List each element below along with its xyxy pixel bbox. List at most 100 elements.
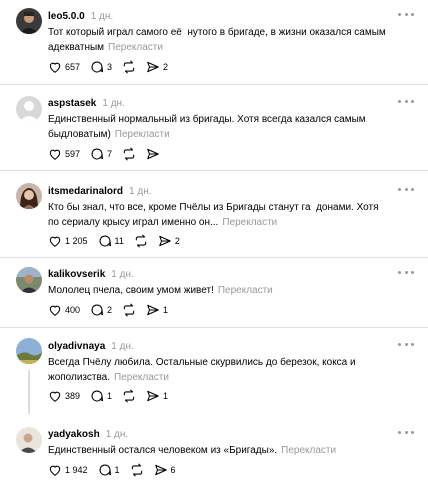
send-icon — [159, 235, 171, 247]
repost-icon — [135, 234, 147, 248]
username[interactable]: itsmedarinalord — [48, 186, 123, 197]
comment-body: Всегда Пчёлу любила. Остальные скурвилис… — [48, 357, 356, 383]
comment-header: aspstasek 1 дн. — [48, 94, 412, 110]
comment-header: olyadivnaya 1 дн. — [48, 337, 412, 353]
comment-2: aspstasek 1 дн. Единственный нормальный и… — [0, 85, 428, 167]
timestamp: 1 дн. — [90, 11, 114, 22]
heart-icon — [49, 391, 61, 402]
repost-icon — [123, 303, 135, 317]
comment-header: yadyakosh 1 дн. — [48, 425, 412, 441]
reply-count: 11 — [114, 236, 124, 246]
more-options-button[interactable] — [398, 184, 414, 194]
reply-button[interactable]: 7 — [90, 146, 112, 162]
repost-button[interactable] — [122, 388, 136, 404]
share-button[interactable]: 6 — [154, 462, 176, 478]
translate-link[interactable]: Перекласти — [218, 285, 273, 296]
comment-header: itsmedarinalord 1 дн. — [48, 182, 412, 198]
like-button[interactable]: 400 — [48, 302, 80, 318]
share-count: 1 — [163, 391, 169, 401]
comment-body: Мололец пчела, своим умом живет! — [48, 285, 214, 296]
heart-icon — [49, 305, 61, 316]
repost-button[interactable] — [122, 146, 136, 162]
repost-button[interactable] — [130, 462, 144, 478]
reply-button[interactable]: 1 — [90, 388, 112, 404]
repost-icon — [131, 463, 142, 477]
send-icon — [154, 464, 167, 476]
reply-button[interactable]: 1 — [98, 462, 120, 478]
like-count: 657 — [65, 62, 81, 72]
share-button[interactable]: 1 — [146, 388, 168, 404]
username[interactable]: olyadivnaya — [48, 341, 105, 352]
more-options-button[interactable] — [398, 267, 414, 277]
reply-count: 2 — [107, 305, 113, 315]
heart-icon — [49, 465, 61, 476]
avatar[interactable] — [16, 267, 42, 293]
avatar[interactable] — [16, 427, 42, 453]
more-options-button[interactable] — [398, 339, 414, 349]
username[interactable]: kalikovserik — [48, 269, 105, 280]
comment-text: Единственный нормальный из бригады. Хотя… — [48, 112, 388, 142]
send-icon — [147, 148, 159, 160]
translate-link[interactable]: Перекласти — [115, 129, 170, 140]
actions-bar: 1 942 1 6 — [48, 462, 186, 478]
share-count: 2 — [163, 62, 169, 72]
comment-bubble-icon — [91, 148, 104, 160]
like-button[interactable]: 597 — [48, 146, 80, 162]
repost-icon — [123, 389, 135, 403]
translate-link[interactable]: Перекласти — [281, 445, 336, 456]
avatar[interactable] — [16, 183, 42, 209]
like-button[interactable]: 657 — [48, 59, 80, 75]
share-button[interactable]: 2 — [146, 59, 168, 75]
comment-bubble-icon — [99, 235, 111, 247]
reply-button[interactable]: 11 — [98, 233, 124, 249]
more-options-button[interactable] — [398, 96, 414, 106]
repost-button[interactable] — [122, 302, 136, 318]
avatar[interactable] — [16, 96, 42, 122]
reply-button[interactable]: 3 — [90, 59, 112, 75]
reply-button[interactable]: 2 — [90, 302, 112, 318]
share-button[interactable] — [146, 146, 160, 162]
comment-body: Тот который играл самого её ﻿ ﻿нутого в … — [48, 27, 386, 53]
actions-bar: 657 3 2 — [48, 59, 178, 75]
comment-text: Мололец пчела, своим умом живет! Переклас… — [48, 283, 388, 298]
timestamp: 1 дн. — [129, 186, 152, 197]
translate-link[interactable]: Перекласти — [114, 372, 169, 383]
more-options-button[interactable] — [398, 427, 414, 437]
timestamp: 1 дн. — [111, 269, 134, 280]
actions-bar: 597 7 — [48, 146, 170, 162]
actions-bar: 1 205 11 2 — [48, 233, 190, 249]
like-count: 389 — [65, 391, 81, 401]
username[interactable]: leo5.0.0 — [48, 11, 85, 22]
comment-bubble-icon — [99, 464, 111, 476]
reply-count: 1 — [107, 391, 113, 401]
comment-text: Кто бы знал, что все, кроме Пчёлы из Бри… — [48, 200, 388, 230]
thread-line — [28, 370, 30, 414]
actions-bar: 400 2 1 — [48, 302, 178, 318]
like-count: 1 205 — [65, 236, 88, 246]
reply-count: 3 — [107, 62, 113, 72]
comment-text: Всегда Пчёлу любила. Остальные скурвилис… — [48, 355, 388, 385]
avatar[interactable] — [16, 338, 42, 364]
reply-count: 7 — [107, 149, 113, 159]
comment-6: yadyakosh 1 дн. Единственный остался чело… — [0, 418, 428, 491]
timestamp: 1 дн. — [111, 341, 134, 352]
like-button[interactable]: 389 — [48, 388, 80, 404]
username[interactable]: aspstasek — [48, 98, 96, 109]
username[interactable]: yadyakosh — [48, 429, 100, 440]
translate-link[interactable]: Перекласти — [108, 42, 163, 53]
comment-5: olyadivnaya 1 дн. Всегда Пчёлу любила. Ос… — [0, 328, 428, 416]
comment-bubble-icon — [91, 304, 104, 316]
repost-button[interactable] — [122, 59, 136, 75]
comment-3: itsmedarinalord 1 дн. Кто бы знал, что вс… — [0, 171, 428, 255]
like-button[interactable]: 1 942 — [48, 462, 88, 478]
send-icon — [147, 304, 159, 316]
repost-button[interactable] — [134, 233, 148, 249]
share-button[interactable]: 1 — [146, 302, 168, 318]
translate-link[interactable]: Перекласти — [222, 217, 277, 228]
share-button[interactable]: 2 — [158, 233, 180, 249]
send-icon — [147, 390, 159, 402]
share-count: 2 — [174, 236, 180, 246]
like-button[interactable]: 1 205 — [48, 233, 88, 249]
avatar[interactable] — [16, 8, 42, 34]
more-options-button[interactable] — [398, 9, 414, 19]
